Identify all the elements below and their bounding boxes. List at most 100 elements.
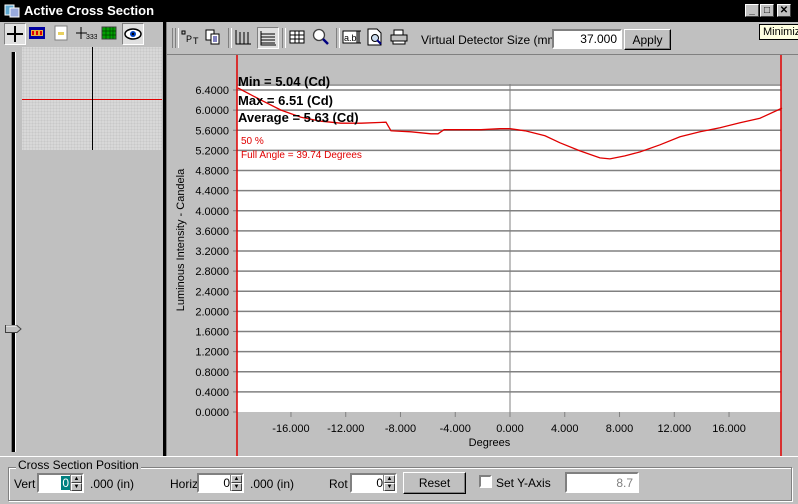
maximize-button[interactable]: □ (760, 4, 774, 17)
vertical-slider-thumb[interactable] (5, 325, 22, 333)
grid-tool-button[interactable] (99, 23, 121, 45)
rot-label: Rot (329, 477, 348, 491)
x-tick-label: 0.000 (496, 423, 524, 435)
y-tick-label: 3.2000 (195, 246, 229, 258)
y-tick-label: 4.8000 (195, 166, 229, 178)
max-annotation: Max = 6.51 (Cd) (238, 93, 333, 108)
x-tick-label: -12.000 (327, 423, 364, 435)
y-tick-label: 1.2000 (195, 347, 229, 359)
points-icon: PT (181, 30, 199, 46)
y-tick-label: 3.6000 (195, 226, 229, 238)
magnifier-icon (312, 28, 329, 45)
y-tick-label: 0.8000 (195, 367, 229, 379)
title-bar: Active Cross Section _ □ ✕ (0, 0, 798, 22)
vertical-cross-line[interactable] (92, 47, 93, 150)
x-tick-label: 4.000 (551, 423, 579, 435)
spin-up-icon[interactable]: ▲ (231, 475, 242, 483)
view-tool-button[interactable] (122, 23, 144, 45)
y-tick-label: 6.4000 (195, 85, 229, 97)
svg-text:P: P (186, 34, 192, 44)
x-axis-label: Degrees (469, 437, 511, 449)
crosshair-tool-button[interactable] (4, 23, 26, 45)
cross-section-preview[interactable] (22, 47, 162, 150)
spin-down-icon[interactable]: ▼ (71, 483, 82, 491)
horiz-value[interactable]: 0 (223, 476, 230, 490)
x-tick-label: -8.000 (385, 423, 416, 435)
y-tick-label: 0.0000 (195, 407, 229, 419)
y-axis-max-input[interactable]: 8.7 (565, 472, 639, 493)
spin-up-icon[interactable]: ▲ (384, 475, 395, 483)
print-preview-icon (367, 28, 382, 46)
film-tool-button[interactable] (27, 23, 49, 45)
green-grid-icon (101, 26, 117, 40)
y-tick-label: 2.8000 (195, 266, 229, 278)
spin-up-icon[interactable]: ▲ (71, 475, 82, 483)
svg-text:333: 333 (86, 34, 97, 41)
left-toolbar: 333 (2, 23, 162, 45)
y-tick-label: 5.6000 (195, 125, 229, 137)
toolbar-grip (175, 28, 179, 48)
chart-frame: 0.0000 0.4000 0.8000 1.2000 1.6000 2.0000 2.40… (167, 54, 798, 457)
vert-unit: .000 (in) (90, 477, 135, 491)
vertical-grid-tool-button[interactable] (233, 27, 255, 49)
set-y-axis-label: Set Y-Axis (496, 476, 551, 490)
label-tool-button[interactable]: a.b (341, 27, 363, 49)
y-tick-label: 4.4000 (195, 186, 229, 198)
app-icon (4, 4, 20, 18)
zoom-tool-button[interactable] (311, 27, 333, 49)
y-tick-label: 5.2000 (195, 145, 229, 157)
close-icon: ✕ (779, 5, 789, 16)
print-preview-tool-button[interactable] (365, 27, 387, 49)
group-label: Cross Section Position (16, 458, 141, 472)
spin-down-icon[interactable]: ▼ (384, 483, 395, 491)
percent-annotation: 50 % (241, 136, 264, 147)
x-tick-label: 16.000 (712, 423, 746, 435)
copy-tool-button[interactable] (203, 27, 225, 49)
x-tick-label: 12.000 (657, 423, 691, 435)
toolbar-separator (336, 28, 340, 48)
printer-icon (390, 29, 408, 45)
vertical-grid-icon (235, 30, 251, 45)
set-y-axis-checkbox[interactable] (479, 475, 492, 488)
close-button[interactable]: ✕ (777, 4, 791, 17)
vertical-slider-track[interactable] (11, 52, 16, 452)
window-title: Active Cross Section (24, 3, 155, 18)
maximize-icon: □ (763, 5, 771, 16)
vert-label: Vert (14, 477, 36, 491)
horiz-spinner[interactable]: 0 ▲ ▼ (197, 473, 244, 493)
reset-button[interactable]: Reset (403, 472, 466, 494)
rot-value[interactable]: 0 (376, 476, 383, 490)
virtual-detector-size-input[interactable] (552, 29, 622, 49)
full-angle-annotation: Full Angle = 39.74 Degrees (241, 150, 362, 161)
apply-button[interactable]: Apply (624, 29, 671, 50)
eye-icon (124, 28, 142, 40)
spin-down-icon[interactable]: ▼ (231, 483, 242, 491)
y-tick-label: 0.4000 (195, 387, 229, 399)
horizontal-grid-icon (260, 31, 276, 46)
table-tool-button[interactable] (287, 27, 309, 49)
average-annotation: Average = 5.63 (Cd) (238, 110, 359, 125)
vert-value[interactable]: 0 (61, 476, 70, 490)
y-tick-label: 2.0000 (195, 306, 229, 318)
y-tick-label: 1.6000 (195, 327, 229, 339)
vert-spinner[interactable]: 0 ▲ ▼ (37, 473, 84, 493)
scale-tool-button[interactable]: 333 (75, 23, 98, 45)
print-tool-button[interactable] (389, 27, 411, 49)
rot-spinner[interactable]: 0 ▲ ▼ (350, 473, 397, 493)
horiz-label: Horiz (170, 477, 199, 491)
film-strip-icon (29, 27, 45, 39)
toolbar-separator (282, 28, 286, 48)
horiz-unit: .000 (in) (250, 477, 295, 491)
y-tick-label: 4.0000 (195, 206, 229, 218)
toolbar-separator (228, 28, 232, 48)
svg-text:a.b: a.b (344, 33, 357, 43)
horizontal-grid-tool-button[interactable] (257, 27, 279, 49)
x-tick-label: 8.000 (606, 423, 634, 435)
x-tick-label: -16.000 (272, 423, 309, 435)
floppy-icon (54, 25, 68, 41)
axis-scale-icon: 333 (76, 27, 98, 41)
copy-icon (205, 29, 220, 45)
points-tool-button[interactable]: PT (180, 27, 202, 49)
minimize-button[interactable]: _ (745, 4, 759, 17)
save-tool-button[interactable] (51, 23, 73, 45)
